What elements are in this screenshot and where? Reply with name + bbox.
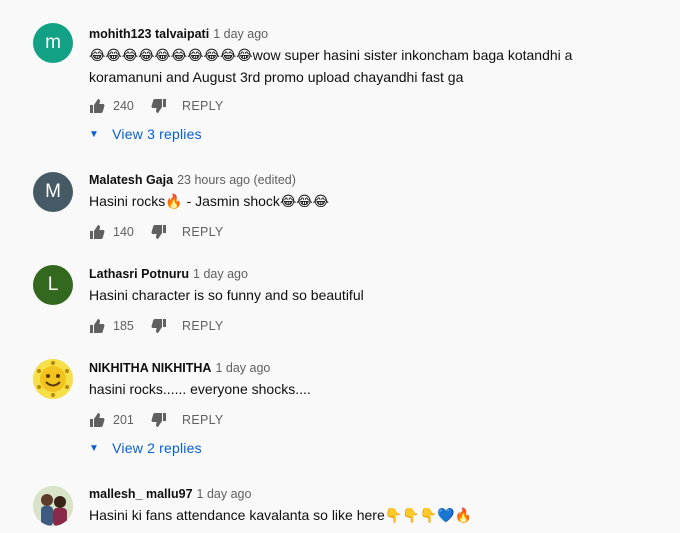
comment-header: mallesh_ mallu97 1 day ago bbox=[89, 486, 251, 502]
comment-actions: 140 REPLY bbox=[89, 222, 224, 242]
dislike-icon[interactable] bbox=[151, 318, 167, 334]
author-name[interactable]: Lathasri Potnuru bbox=[89, 267, 189, 281]
comment-text-part: Hasini rocks bbox=[89, 193, 166, 209]
like-count: 240 bbox=[113, 99, 134, 113]
dislike-icon[interactable] bbox=[151, 98, 167, 114]
reply-button[interactable]: REPLY bbox=[182, 99, 224, 113]
like-icon[interactable] bbox=[89, 98, 105, 114]
comment-time[interactable]: 1 day ago bbox=[193, 267, 248, 281]
comment-text: Hasini rocks🔥 - Jasmin shock😂😂😂 bbox=[89, 191, 649, 213]
avatar[interactable]: M bbox=[33, 172, 73, 212]
reply-button[interactable]: REPLY bbox=[182, 225, 224, 239]
comment-text: Hasini character is so funny and so beau… bbox=[89, 287, 364, 303]
comment-text-line1: wow super hasini sister inkoncham baga k… bbox=[252, 47, 573, 63]
comment-header: mohith123 talvaipati 1 day ago bbox=[89, 26, 268, 42]
view-replies-label: View 3 replies bbox=[112, 126, 202, 142]
comment-text-part: - Jasmin shock bbox=[182, 193, 280, 209]
avatar-letter: m bbox=[45, 32, 61, 53]
avatar-letter: M bbox=[45, 181, 61, 202]
comment-actions: 240 REPLY bbox=[89, 96, 224, 116]
fire-emoji: 🔥 bbox=[165, 194, 183, 210]
avatar[interactable]: L bbox=[33, 265, 73, 305]
dislike-icon[interactable] bbox=[151, 224, 167, 240]
author-name[interactable]: mallesh_ mallu97 bbox=[89, 487, 193, 501]
emoji-hands-heart-fire: 👇👇👇💙🔥 bbox=[384, 508, 472, 524]
comment-header: Lathasri Potnuru 1 day ago bbox=[89, 266, 248, 282]
like-icon[interactable] bbox=[89, 318, 105, 334]
avatar-letter: L bbox=[47, 274, 59, 295]
reply-button[interactable]: REPLY bbox=[182, 413, 224, 427]
dislike-icon[interactable] bbox=[151, 412, 167, 428]
comment-time[interactable]: 1 day ago bbox=[213, 27, 268, 41]
comment-time[interactable]: 1 day ago bbox=[215, 361, 270, 375]
comment-time[interactable]: 1 day ago bbox=[197, 487, 252, 501]
comment-actions: 185 REPLY bbox=[89, 316, 224, 336]
avatar[interactable]: m bbox=[33, 23, 73, 63]
author-name[interactable]: mohith123 talvaipati bbox=[89, 27, 209, 41]
author-name[interactable]: Malatesh Gaja bbox=[89, 173, 173, 187]
view-replies-button[interactable]: ▼ View 2 replies bbox=[89, 438, 202, 458]
comment-text-part: Hasini ki fans attendance kavalanta so l… bbox=[89, 507, 385, 523]
comment-header: Malatesh Gaja 23 hours ago (edited) bbox=[89, 172, 296, 188]
comment-header: NIKHITHA NIKHITHA 1 day ago bbox=[89, 360, 270, 376]
avatar[interactable] bbox=[33, 486, 73, 526]
comment-text-line2: koramanuni and August 3rd promo upload c… bbox=[89, 69, 464, 85]
view-replies-button[interactable]: ▼ View 3 replies bbox=[89, 124, 202, 144]
view-replies-label: View 2 replies bbox=[112, 440, 202, 456]
caret-down-icon: ▼ bbox=[89, 442, 100, 454]
comment-actions: 201 REPLY bbox=[89, 410, 224, 430]
smiley-avatar-image bbox=[33, 359, 73, 399]
comment-text: Hasini ki fans attendance kavalanta so l… bbox=[89, 505, 649, 527]
comment-text: hasini rocks...... everyone shocks.... bbox=[89, 381, 311, 397]
like-count: 140 bbox=[113, 225, 134, 239]
comment-time[interactable]: 23 hours ago (edited) bbox=[177, 173, 296, 187]
caret-down-icon: ▼ bbox=[89, 128, 100, 140]
emoji-laugh: 😂😂😂 bbox=[279, 194, 330, 210]
author-name[interactable]: NIKHITHA NIKHITHA bbox=[89, 361, 211, 375]
like-count: 201 bbox=[113, 413, 134, 427]
like-icon[interactable] bbox=[89, 224, 105, 240]
comment-text: 😂😂😂😂😂😂😂😂😂😂wow super hasini sister inkonc… bbox=[89, 45, 649, 88]
like-icon[interactable] bbox=[89, 412, 105, 428]
photo-avatar-image bbox=[33, 486, 73, 526]
emoji-laugh: 😂😂😂😂😂😂😂😂😂😂 bbox=[89, 48, 253, 64]
reply-button[interactable]: REPLY bbox=[182, 319, 224, 333]
like-count: 185 bbox=[113, 319, 134, 333]
avatar[interactable] bbox=[33, 359, 73, 399]
